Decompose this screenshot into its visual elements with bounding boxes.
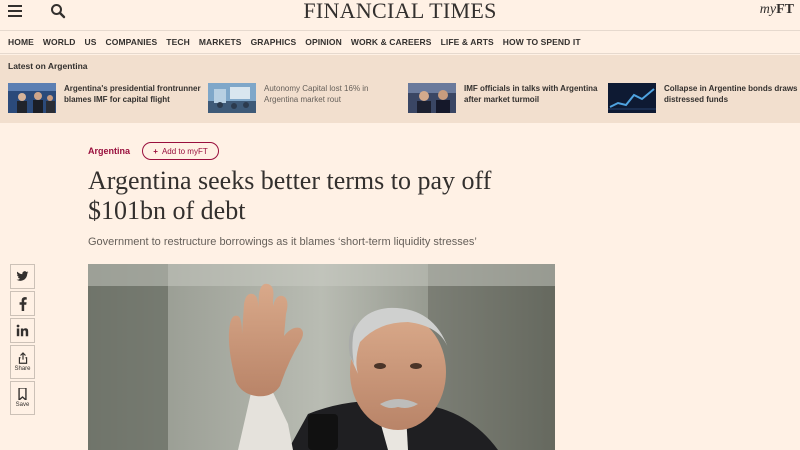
nav-tech[interactable]: TECH	[166, 37, 190, 47]
myft-suffix: FT	[776, 2, 794, 17]
twitter-icon	[16, 271, 29, 281]
story-headline: IMF officials in talks with Argentina af…	[464, 84, 598, 104]
article-standfirst: Government to restructure borrowings as …	[88, 236, 477, 248]
twitter-share-button[interactable]	[10, 264, 35, 289]
bookmark-icon	[18, 388, 27, 400]
nav-graphics[interactable]: GRAPHICS	[251, 37, 297, 47]
nav-how-to-spend-it[interactable]: HOW TO SPEND IT	[503, 37, 581, 47]
latest-title: Latest on Argentina	[8, 61, 88, 71]
latest-story[interactable]: Argentina's presidential frontrunner bla…	[8, 83, 204, 119]
main-navigation: HOME WORLD US COMPANIES TECH MARKETS GRA…	[0, 30, 800, 54]
myft-prefix: my	[759, 2, 777, 17]
share-icon	[18, 352, 27, 364]
story-thumbnail	[408, 83, 456, 113]
facebook-share-button[interactable]	[10, 291, 35, 316]
site-logo[interactable]: FINANCIAL TIMES	[0, 0, 800, 22]
myft-link[interactable]: myFT	[760, 2, 794, 18]
nav-work-careers[interactable]: WORK & CAREERS	[351, 37, 432, 47]
latest-story[interactable]: Autonomy Capital lost 16% in Argentina m…	[208, 83, 404, 119]
article-photo	[88, 264, 555, 450]
story-headline: Collapse in Argentine bonds draws distre…	[664, 84, 798, 104]
article-headline: Argentina seeks better terms to pay off …	[88, 166, 492, 225]
latest-on-argentina: Latest on Argentina Argentina's presiden…	[0, 55, 800, 123]
nav-life-arts[interactable]: LIFE & ARTS	[441, 37, 494, 47]
share-button[interactable]: Share	[10, 345, 35, 379]
story-thumbnail	[608, 83, 656, 113]
nav-us[interactable]: US	[85, 37, 97, 47]
save-label: Save	[15, 402, 30, 408]
story-thumbnail	[8, 83, 56, 113]
site-header: FINANCIAL TIMES myFT	[0, 0, 800, 24]
linkedin-share-button[interactable]	[10, 318, 35, 343]
add-to-myft-button[interactable]: + Add to myFT	[142, 142, 219, 160]
plus-icon: +	[153, 146, 158, 156]
share-rail: Share Save	[10, 264, 35, 417]
story-headline: Autonomy Capital lost 16% in Argentina m…	[264, 84, 369, 104]
linkedin-icon	[16, 324, 29, 337]
story-thumbnail	[208, 83, 256, 113]
save-button[interactable]: Save	[10, 381, 35, 415]
facebook-icon	[19, 296, 27, 311]
nav-markets[interactable]: MARKETS	[199, 37, 242, 47]
nav-companies[interactable]: COMPANIES	[106, 37, 158, 47]
share-label: Share	[14, 366, 31, 372]
latest-story[interactable]: IMF officials in talks with Argentina af…	[408, 83, 604, 119]
topic-tag[interactable]: Argentina	[88, 146, 130, 156]
nav-world[interactable]: WORLD	[43, 37, 76, 47]
story-headline: Argentina's presidential frontrunner bla…	[64, 84, 201, 104]
latest-story[interactable]: Collapse in Argentine bonds draws distre…	[608, 83, 800, 119]
nav-home[interactable]: HOME	[8, 37, 34, 47]
add-to-myft-label: Add to myFT	[161, 146, 208, 156]
nav-opinion[interactable]: OPINION	[305, 37, 342, 47]
